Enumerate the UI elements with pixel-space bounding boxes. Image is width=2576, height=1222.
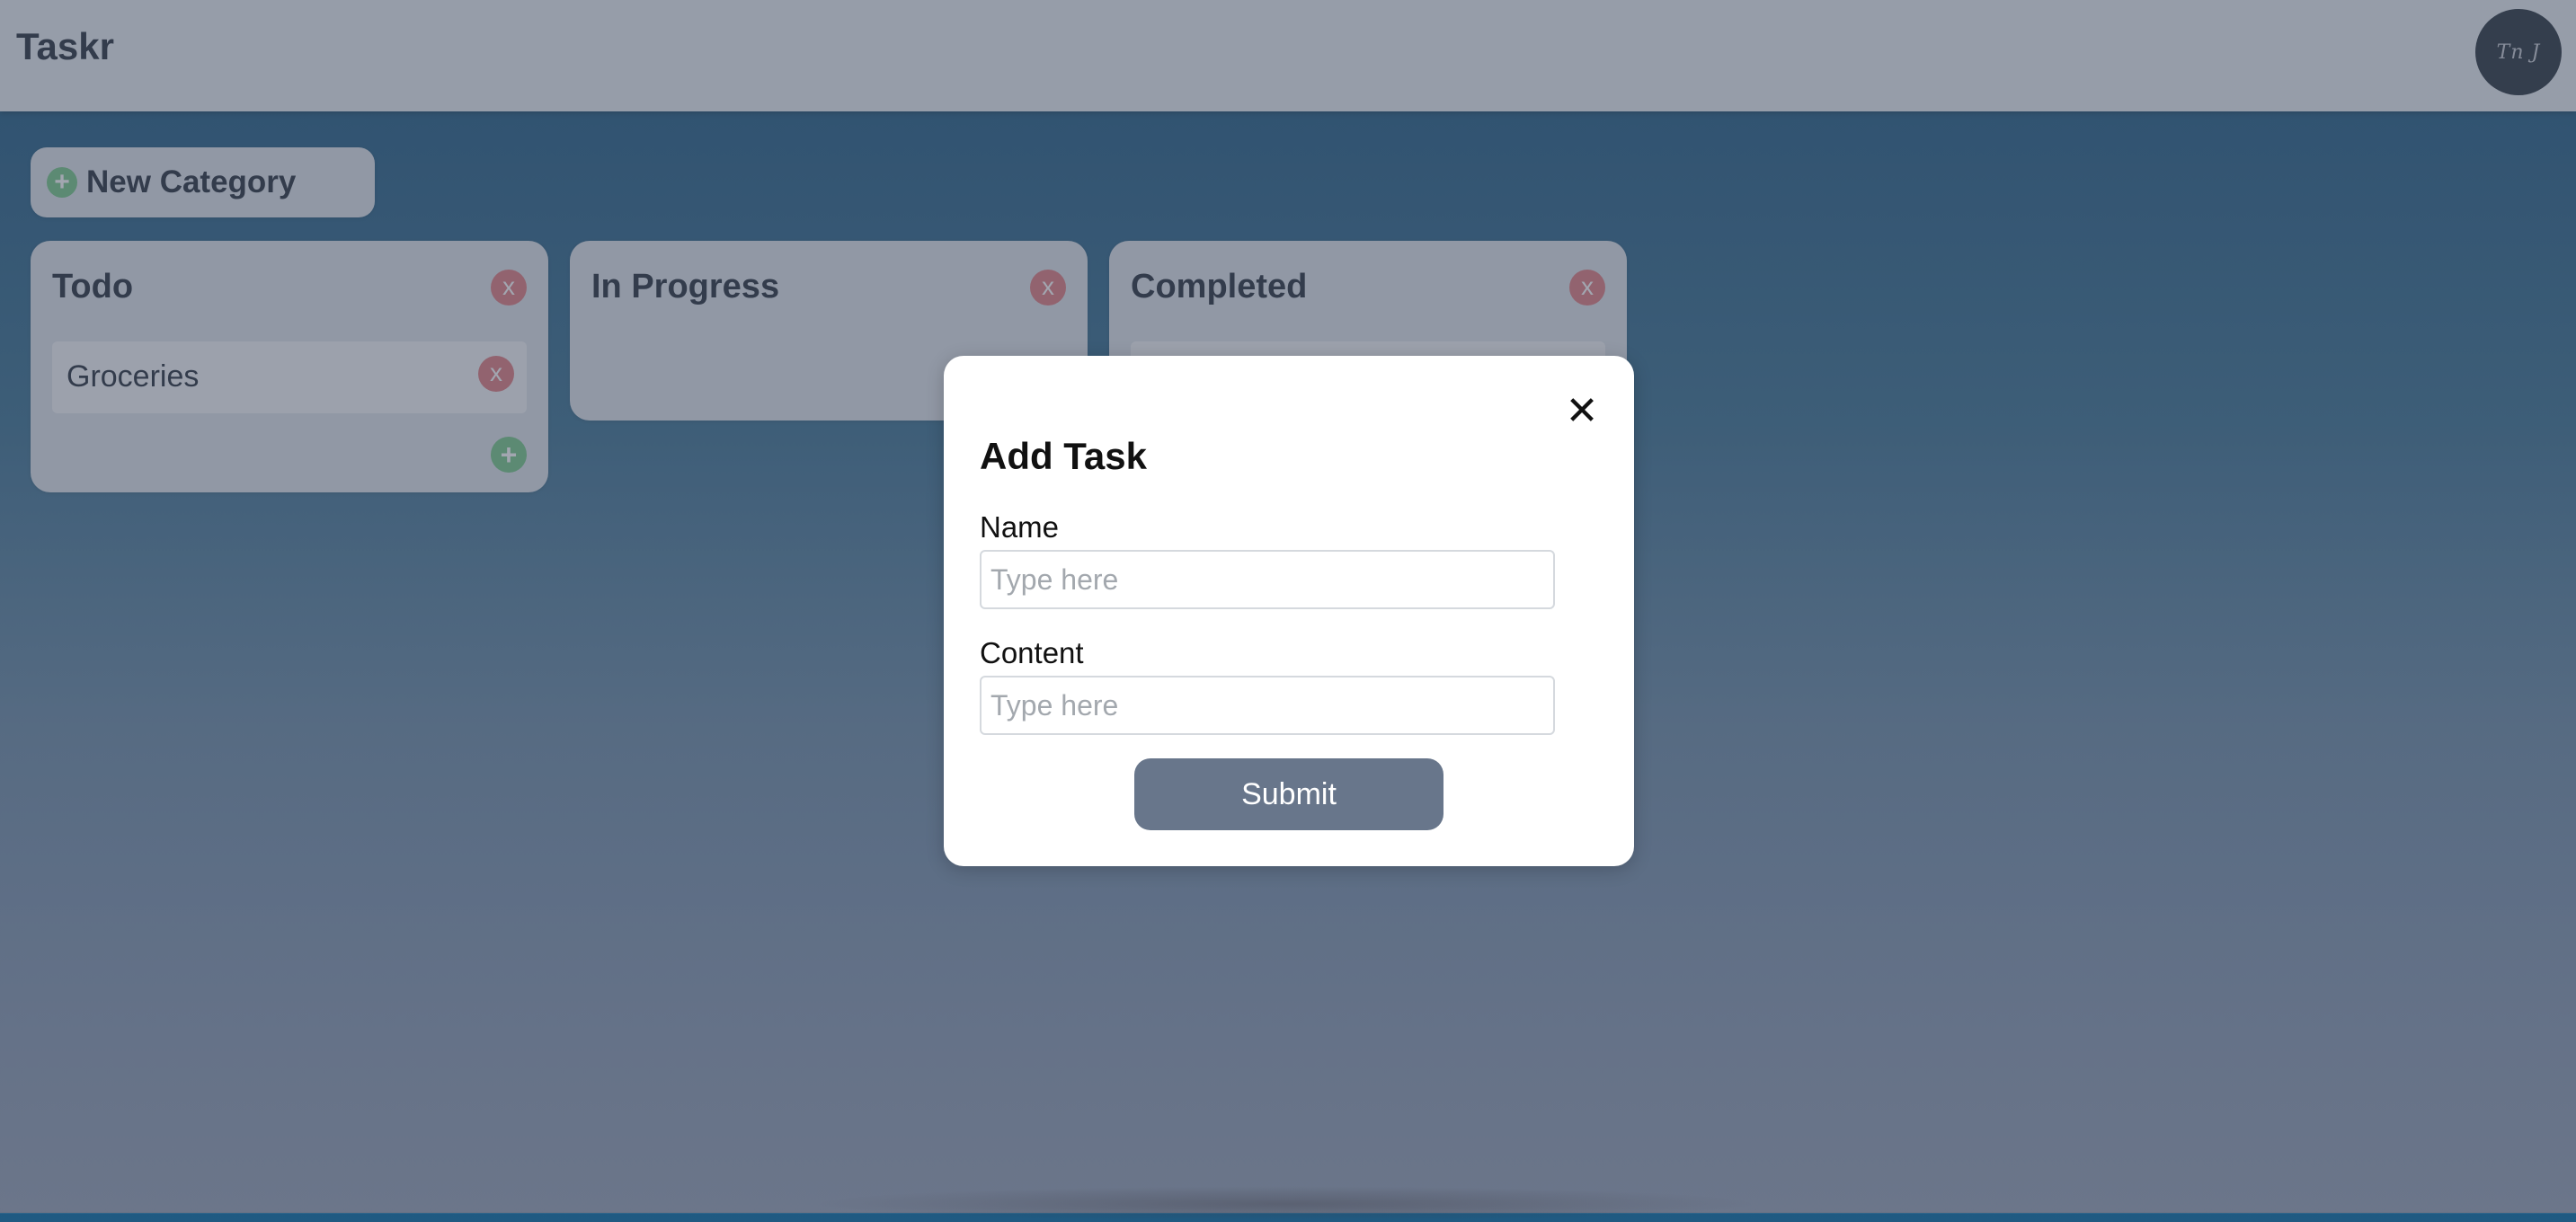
name-input[interactable] — [980, 550, 1555, 609]
add-task-modal: ✕ Add Task Name Content Submit — [944, 356, 1634, 866]
content-label: Content — [980, 636, 1084, 669]
bottom-shadow — [809, 1186, 1762, 1222]
content-input[interactable] — [980, 676, 1555, 735]
name-label: Name — [980, 510, 1060, 544]
submit-button[interactable]: Submit — [1134, 758, 1443, 830]
modal-title: Add Task — [980, 435, 1147, 477]
close-icon[interactable]: ✕ — [1564, 392, 1600, 431]
